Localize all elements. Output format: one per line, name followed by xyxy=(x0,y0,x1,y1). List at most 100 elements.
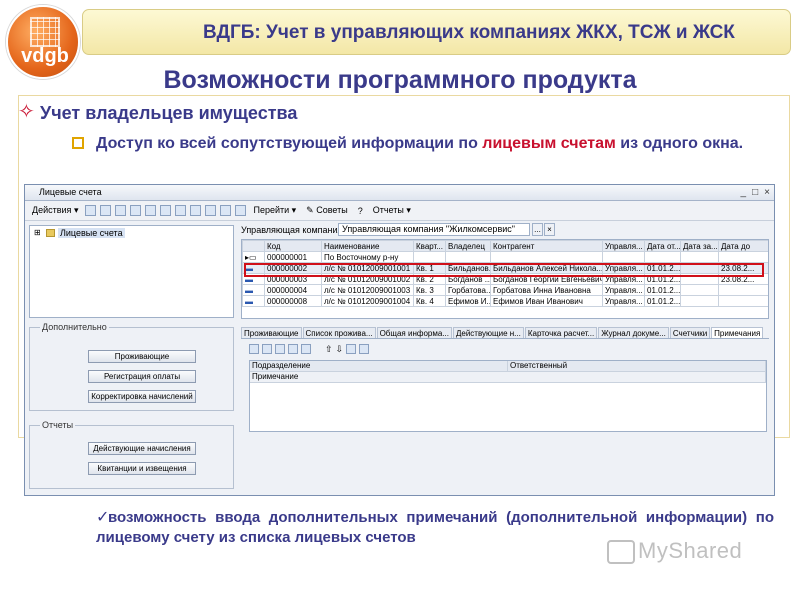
accounts-window: Лицевые счета _ □ × Действия ▾ Перейти ▾… xyxy=(24,184,775,496)
table-row[interactable]: ▬ 000000008 л/с № 01012009001004 Кв. 4 Е… xyxy=(242,295,768,307)
tab-general-info[interactable]: Общая информа... xyxy=(376,327,452,338)
notes-grid-subheader: Примечание xyxy=(250,372,766,383)
grid-header: Код Наименование Кварт... Владелец Контр… xyxy=(242,240,768,252)
table-cell: л/с № 01012009001004 xyxy=(321,295,414,307)
table-cell xyxy=(602,251,645,263)
tab-residents[interactable]: Проживающие xyxy=(241,327,302,338)
move-icon[interactable] xyxy=(160,205,172,216)
notes-grid-header: Подразделение Ответственный xyxy=(250,361,766,372)
reports-label: Отчеты xyxy=(372,205,404,215)
table-cell: 01.01.2... xyxy=(644,295,681,307)
account-icon: ▬ xyxy=(242,284,265,296)
accounts-grid[interactable]: Код Наименование Кварт... Владелец Контр… xyxy=(241,239,769,319)
tab-notes[interactable]: Примечания xyxy=(711,327,764,338)
payment-registration-button[interactable]: Регистрация оплаты xyxy=(88,370,196,383)
tips-button[interactable]: ✎ Советы xyxy=(303,204,351,217)
col-header-owner[interactable]: Владелец xyxy=(445,240,491,252)
reports-panel: Отчеты Действующие начисления Квитанции … xyxy=(29,420,234,489)
banner: ВДГБ: Учет в управляющих компаниях ЖКХ, … xyxy=(82,9,791,55)
help-button[interactable]: ? xyxy=(355,205,366,217)
tab-meters[interactable]: Счетчики xyxy=(669,327,711,338)
col-header-code[interactable]: Код xyxy=(264,240,322,252)
col-header-name[interactable]: Наименование xyxy=(321,240,414,252)
tips-label: Советы xyxy=(316,205,348,215)
table-row[interactable]: ▸▭ 000000001 По Восточному р-ну xyxy=(242,251,768,263)
table-cell xyxy=(490,251,603,263)
col-header-company[interactable]: Управля... xyxy=(602,240,645,252)
filter-icon[interactable] xyxy=(205,205,217,216)
find-icon[interactable] xyxy=(190,205,202,216)
end-edit-icon[interactable] xyxy=(301,344,311,354)
accounts-tree[interactable]: ⊞ Лицевые счета xyxy=(29,225,234,318)
col-header-note[interactable]: Примечание xyxy=(250,372,766,382)
residents-button[interactable]: Проживающие xyxy=(88,350,196,363)
table-row[interactable]: ▬ 000000004 л/с № 01012009001003 Кв. 3 Г… xyxy=(242,284,768,296)
logo-text: vdgb xyxy=(21,45,69,67)
highlight-box xyxy=(244,263,764,277)
charge-correction-button[interactable]: Корректировка начислений xyxy=(88,390,196,403)
table-cell xyxy=(718,284,768,296)
tab-documents-journal[interactable]: Журнал докуме... xyxy=(598,327,669,338)
minimize-icon[interactable]: _ xyxy=(741,187,747,198)
banner-title: ВДГБ: Учет в управляющих компаниях ЖКХ, … xyxy=(203,22,735,43)
account-icon: ▬ xyxy=(242,295,265,307)
table-cell: Горбатова... xyxy=(445,284,491,296)
refresh-icon[interactable] xyxy=(235,205,247,216)
expand-icon[interactable]: ⊞ xyxy=(34,227,41,239)
table-cell: 01.01.2... xyxy=(644,284,681,296)
col-header-counterparty[interactable]: Контрагент xyxy=(490,240,603,252)
notes-toolbar: ⇧ ⇩ xyxy=(249,344,370,355)
table-cell xyxy=(718,251,768,263)
maximize-icon[interactable]: □ xyxy=(752,187,758,198)
close-icon[interactable]: × xyxy=(764,187,770,198)
bullet-owners: Учет владельцев имущества xyxy=(40,103,298,123)
col-header-department[interactable]: Подразделение xyxy=(250,361,508,371)
table-cell: Горбатова Инна Ивановна xyxy=(490,284,603,296)
receipts-button[interactable]: Квитанции и извещения xyxy=(88,462,196,475)
active-charges-button[interactable]: Действующие начисления xyxy=(88,442,196,455)
add-group-icon[interactable] xyxy=(100,205,112,216)
org-select-button[interactable]: ... xyxy=(532,223,543,236)
copy-icon[interactable] xyxy=(115,205,127,216)
actions-label: Действия xyxy=(32,205,72,215)
window-titlebar[interactable]: Лицевые счета _ □ × xyxy=(25,185,774,201)
bullet-access-highlight: лицевым счетам xyxy=(482,135,616,152)
col-header-flat[interactable]: Кварт... xyxy=(413,240,446,252)
tab-active-charges[interactable]: Действующие н... xyxy=(452,327,524,338)
slide: ВДГБ: Учет в управляющих компаниях ЖКХ, … xyxy=(0,0,800,600)
col-header-date-open[interactable]: Дата от... xyxy=(644,240,681,252)
add-icon[interactable] xyxy=(249,344,259,354)
edit-icon[interactable] xyxy=(275,344,285,354)
tab-account-card[interactable]: Карточка расчет... xyxy=(524,327,598,338)
reports-menu[interactable]: Отчеты ▾ xyxy=(370,204,414,217)
copy-icon[interactable] xyxy=(262,344,272,354)
sort-desc-icon[interactable] xyxy=(359,344,370,354)
tab-residents-list[interactable]: Список прожива... xyxy=(302,327,376,338)
table-cell: Ефимов Иван Иванович xyxy=(490,295,603,307)
hierarchy-icon[interactable] xyxy=(175,205,187,216)
table-cell: Управля... xyxy=(602,295,645,307)
sort-asc-icon[interactable] xyxy=(346,344,357,354)
col-header-date-closed[interactable]: Дата за... xyxy=(680,240,719,252)
org-field[interactable]: Управляющая компания "Жилкомсервис" xyxy=(338,223,530,236)
folder-icon xyxy=(46,229,55,237)
table-cell: л/с № 01012009001003 xyxy=(321,284,414,296)
filter-off-icon[interactable] xyxy=(220,205,232,216)
notes-grid[interactable]: Подразделение Ответственный Примечание xyxy=(249,360,767,432)
move-up-icon[interactable]: ⇧ xyxy=(325,344,333,355)
tree-root[interactable]: ⊞ Лицевые счета xyxy=(30,227,233,239)
org-clear-button[interactable]: × xyxy=(544,223,555,236)
table-cell: 000000001 xyxy=(264,251,322,263)
add-icon[interactable] xyxy=(85,205,97,216)
table-cell: Кв. 3 xyxy=(413,284,446,296)
delete-icon[interactable] xyxy=(145,205,157,216)
col-header-icon[interactable] xyxy=(242,240,265,252)
col-header-responsible[interactable]: Ответственный xyxy=(508,361,766,371)
navigate-menu[interactable]: Перейти ▾ xyxy=(250,204,299,217)
delete-icon[interactable] xyxy=(288,344,298,354)
col-header-date-to[interactable]: Дата до xyxy=(718,240,768,252)
navigate-label: Перейти xyxy=(253,205,290,215)
edit-icon[interactable] xyxy=(130,205,142,216)
move-down-icon[interactable]: ⇩ xyxy=(336,344,344,355)
actions-menu[interactable]: Действия ▾ xyxy=(29,204,81,217)
